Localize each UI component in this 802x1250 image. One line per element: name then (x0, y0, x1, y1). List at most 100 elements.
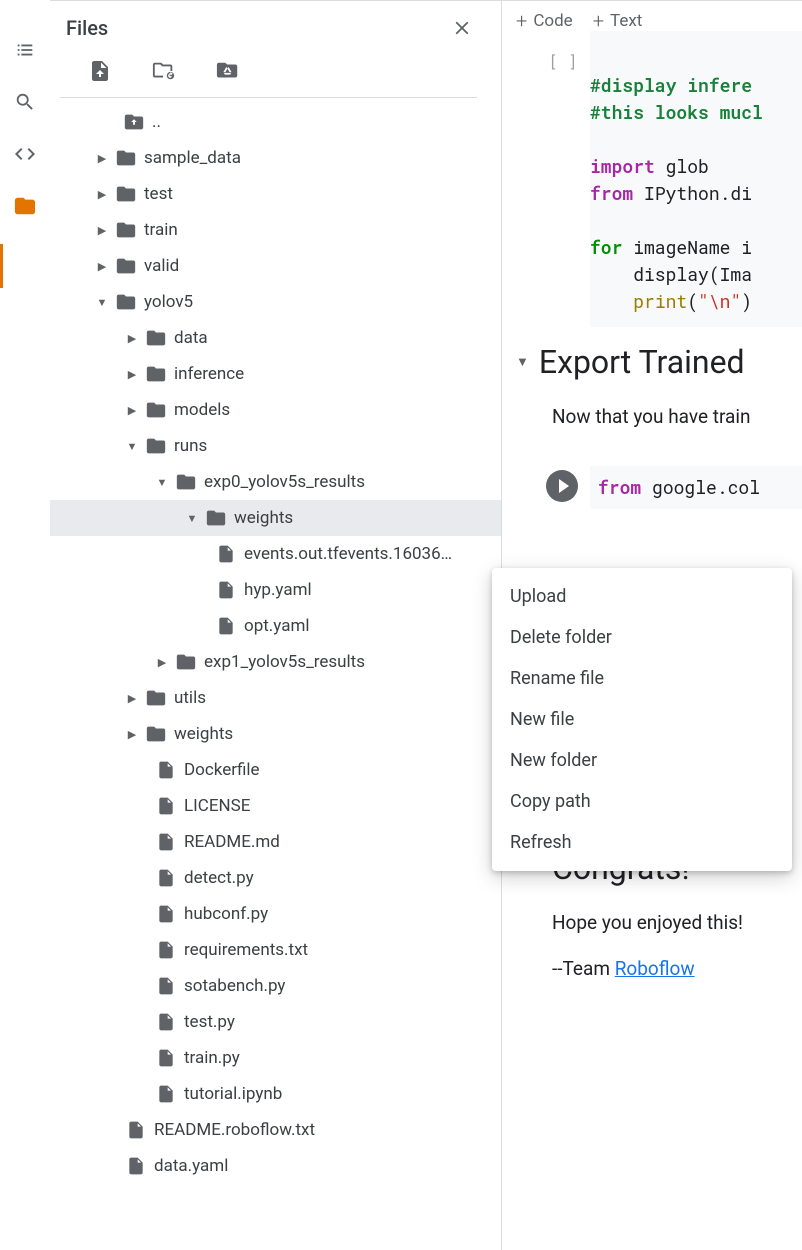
tree-folder-weights-selected[interactable]: ▼ weights (50, 500, 501, 536)
folder-icon (114, 218, 138, 242)
code-text: ) (741, 289, 752, 313)
tree-file-tutorial[interactable]: tutorial.ipynb (50, 1076, 501, 1112)
markdown-paragraph: Now that you have train (516, 381, 802, 432)
tree-file-readme-md[interactable]: README.md (50, 824, 501, 860)
tree-file-events[interactable]: events.out.tfevents.16036… (50, 536, 501, 572)
folder-icon (144, 398, 168, 422)
tree-label: hyp.yaml (244, 580, 312, 600)
tree-file-opt[interactable]: opt.yaml (50, 608, 501, 644)
file-icon (154, 830, 178, 854)
tree-file-hubconf[interactable]: hubconf.py (50, 896, 501, 932)
folder-icon (144, 686, 168, 710)
code-cell[interactable]: [ ] #display infere #this looks mucl imp… (536, 45, 802, 327)
tree-folder-utils[interactable]: ▶ utils (50, 680, 501, 716)
folder-icon (144, 434, 168, 458)
upload-file-icon[interactable] (88, 59, 112, 83)
roboflow-link[interactable]: Roboflow (615, 957, 695, 980)
files-icon[interactable] (13, 194, 37, 218)
tree-label: README.md (184, 832, 280, 852)
file-icon (154, 974, 178, 998)
tree-folder-test[interactable]: ▶ test (50, 176, 501, 212)
chevron-right-icon[interactable]: ▶ (94, 224, 110, 237)
tree-file-sotabench[interactable]: sotabench.py (50, 968, 501, 1004)
tree-folder-data[interactable]: ▶ data (50, 320, 501, 356)
chevron-right-icon[interactable]: ▶ (124, 404, 140, 417)
chevron-right-icon[interactable]: ▶ (124, 728, 140, 741)
menu-item-new-folder[interactable]: New folder (492, 740, 792, 781)
code-editor[interactable]: #display infere #this looks mucl import … (590, 31, 802, 327)
tree-file-trainpy[interactable]: train.py (50, 1040, 501, 1076)
tree-file-detect[interactable]: detect.py (50, 860, 501, 896)
chevron-right-icon[interactable]: ▶ (124, 692, 140, 705)
file-icon (214, 542, 238, 566)
menu-item-upload[interactable]: Upload (492, 576, 792, 617)
tree-label: sotabench.py (184, 976, 285, 996)
code-text: ( (687, 289, 698, 313)
tree-folder-models[interactable]: ▶ models (50, 392, 501, 428)
refresh-folder-icon[interactable] (152, 59, 176, 83)
chevron-down-icon[interactable]: ▼ (154, 476, 170, 489)
tree-folder-inference[interactable]: ▶ inference (50, 356, 501, 392)
file-icon (214, 578, 238, 602)
chevron-right-icon[interactable]: ▶ (124, 368, 140, 381)
folder-icon (114, 290, 138, 314)
tree-label: valid (144, 256, 179, 276)
menu-item-new-file[interactable]: New file (492, 699, 792, 740)
chevron-right-icon[interactable]: ▶ (94, 260, 110, 273)
tree-folder-runs[interactable]: ▼ runs (50, 428, 501, 464)
tree-file-datayaml[interactable]: data.yaml (50, 1148, 501, 1184)
tree-label: data (174, 328, 208, 348)
code-keyword: from (590, 181, 633, 205)
file-icon (154, 938, 178, 962)
code-text (590, 289, 633, 313)
collapse-section-icon[interactable]: ▼ (516, 354, 529, 370)
tree-folder-yolov5[interactable]: ▼ yolov5 (50, 284, 501, 320)
chevron-right-icon[interactable]: ▶ (94, 152, 110, 165)
tree-folder-sample-data[interactable]: ▶ sample_data (50, 140, 501, 176)
run-cell-button[interactable] (546, 470, 578, 502)
chevron-down-icon[interactable]: ▼ (124, 440, 140, 453)
mount-drive-icon[interactable] (216, 59, 240, 83)
code-cell[interactable]: from google.col (536, 466, 802, 509)
code-editor[interactable]: from google.col (590, 466, 802, 509)
tree-folder-weights[interactable]: ▶ weights (50, 716, 501, 752)
folder-icon (144, 722, 168, 746)
tree-parent-dir[interactable]: .. (50, 104, 501, 140)
markdown-paragraph: --Team Roboflow (516, 937, 802, 984)
plus-icon: + (516, 11, 527, 31)
code-text: google.col (641, 475, 760, 499)
tree-folder-exp1[interactable]: ▶ exp1_yolov5s_results (50, 644, 501, 680)
folder-icon (174, 470, 198, 494)
tree-label: .. (152, 112, 161, 132)
tree-folder-valid[interactable]: ▶ valid (50, 248, 501, 284)
folder-icon (114, 146, 138, 170)
tree-file-hyp[interactable]: hyp.yaml (50, 572, 501, 608)
chevron-right-icon[interactable]: ▶ (154, 656, 170, 669)
close-icon[interactable] (439, 13, 485, 43)
play-icon (559, 479, 569, 493)
tree-folder-exp0[interactable]: ▼ exp0_yolov5s_results (50, 464, 501, 500)
cell-exec-indicator[interactable]: [ ] (536, 45, 590, 327)
tree-file-testpy[interactable]: test.py (50, 1004, 501, 1040)
markdown-cell[interactable]: ▼ Export Trained Now that you have train (502, 327, 802, 440)
menu-item-delete-folder[interactable]: Delete folder (492, 617, 792, 658)
add-text-cell-button[interactable]: + Text (593, 11, 643, 31)
tree-file-requirements[interactable]: requirements.txt (50, 932, 501, 968)
code-text: glob (655, 154, 709, 178)
snippets-icon[interactable] (13, 142, 37, 166)
folder-icon (144, 326, 168, 350)
menu-item-refresh[interactable]: Refresh (492, 822, 792, 863)
tree-file-readme-roboflow[interactable]: README.roboflow.txt (50, 1112, 501, 1148)
chevron-right-icon[interactable]: ▶ (124, 332, 140, 345)
tree-file-dockerfile[interactable]: Dockerfile (50, 752, 501, 788)
tree-folder-train[interactable]: ▶ train (50, 212, 501, 248)
menu-item-copy-path[interactable]: Copy path (492, 781, 792, 822)
toc-icon[interactable] (13, 38, 37, 62)
chevron-down-icon[interactable]: ▼ (94, 296, 110, 309)
chevron-down-icon[interactable]: ▼ (184, 512, 200, 525)
tree-file-license[interactable]: LICENSE (50, 788, 501, 824)
chevron-right-icon[interactable]: ▶ (94, 188, 110, 201)
menu-item-rename-file[interactable]: Rename file (492, 658, 792, 699)
search-icon[interactable] (13, 90, 37, 114)
add-code-cell-button[interactable]: + Code (516, 11, 573, 31)
